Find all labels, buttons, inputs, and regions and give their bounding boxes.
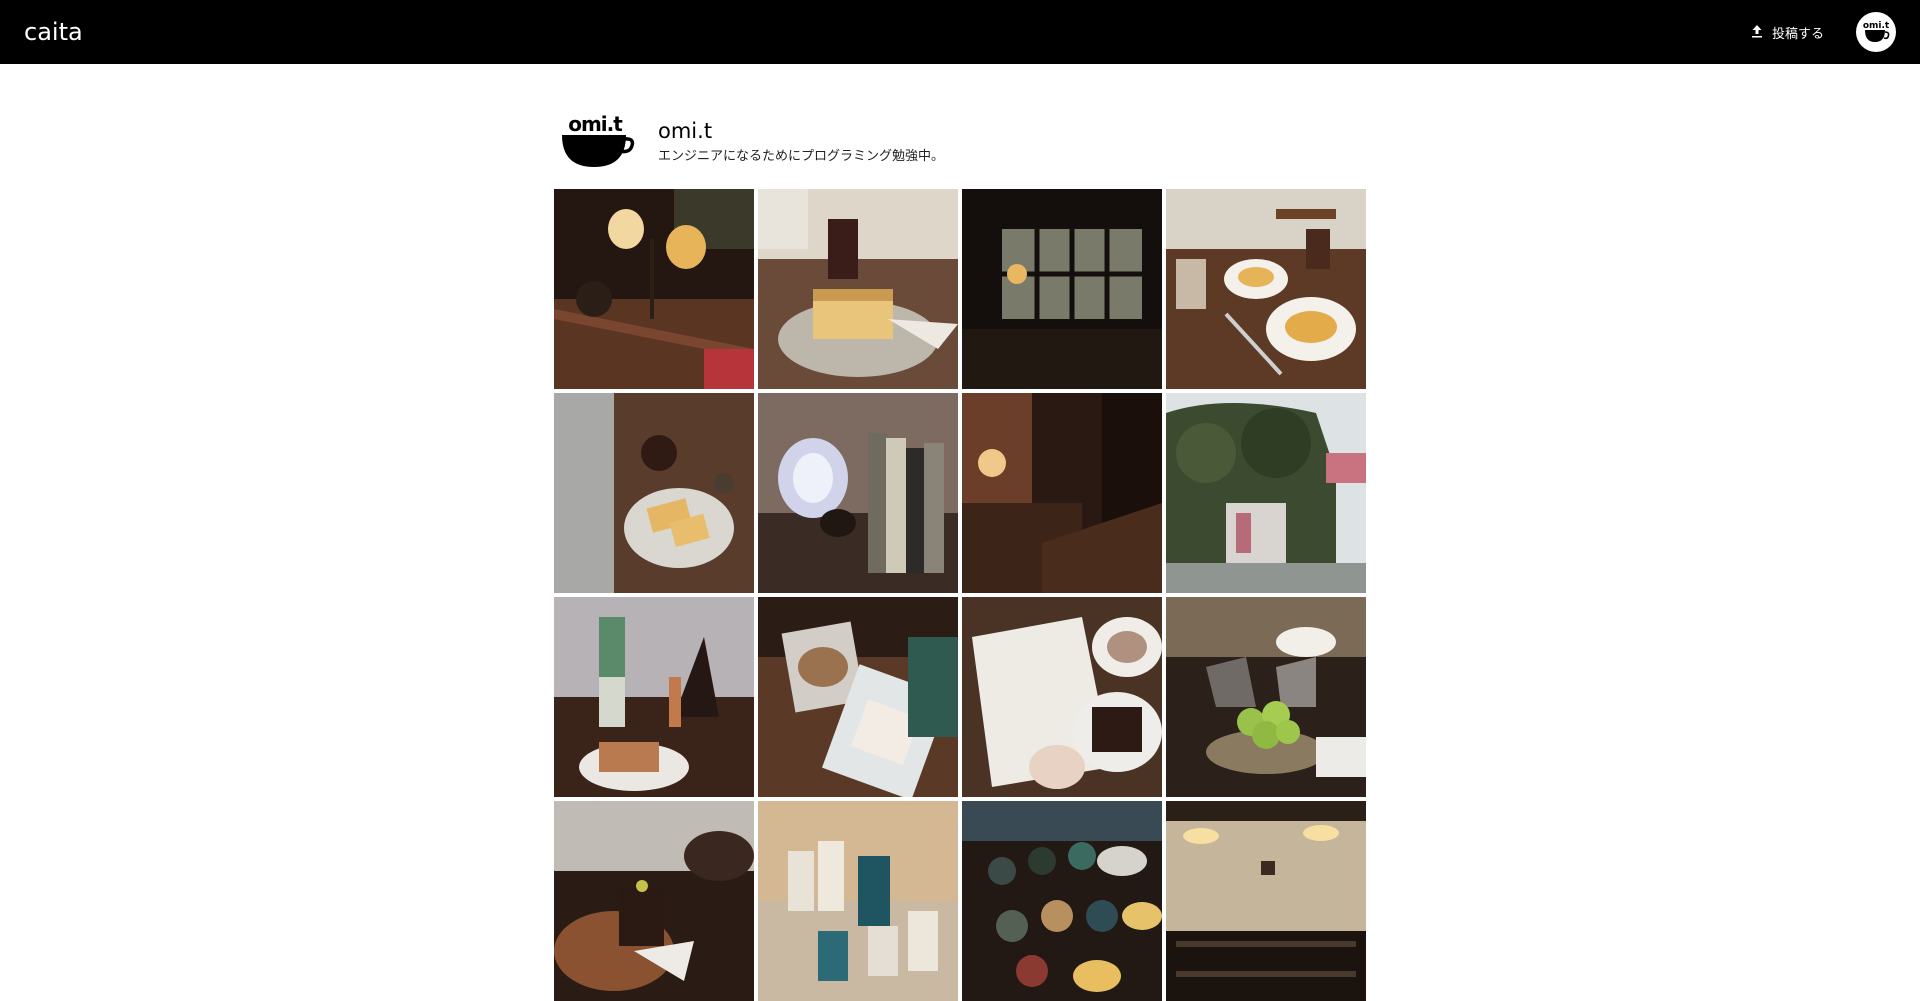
photo-tile[interactable]	[962, 393, 1162, 593]
cup-logo-icon: omi.t	[562, 112, 635, 167]
photo-tile[interactable]	[554, 393, 754, 593]
photo-tile[interactable]	[1166, 597, 1366, 797]
canele-dessert-photo	[554, 801, 754, 1001]
profile-bio: エンジニアになるためにプログラミング勉強中。	[658, 149, 945, 164]
photo-tile[interactable]	[758, 189, 958, 389]
cafe-window-interior-photo	[962, 189, 1162, 389]
photo-tile[interactable]	[758, 597, 958, 797]
crepes-and-drinks-photo	[1166, 189, 1366, 389]
upload-icon	[1750, 24, 1764, 41]
photo-tile[interactable]	[1166, 801, 1366, 1001]
photo-tile[interactable]	[758, 393, 958, 593]
coffee-cup-and-chocolate-photo	[962, 597, 1162, 797]
upload-button[interactable]: 投稿する	[1742, 17, 1832, 48]
photo-tile[interactable]	[962, 189, 1162, 389]
photo-tile[interactable]	[1166, 189, 1366, 389]
photo-tile[interactable]	[1166, 393, 1366, 593]
photo-grid	[554, 189, 1368, 1001]
cafe-counter-lights-photo	[1166, 801, 1366, 1001]
photo-tile[interactable]	[554, 597, 754, 797]
cookie-and-card-photo	[758, 597, 958, 797]
profile-header: omi.t omi.t エンジニアになるためにプログラミング勉強中。	[554, 98, 1368, 186]
app-bar-actions: 投稿する omi.t	[1742, 12, 1896, 52]
toast-and-iced-coffee-photo	[758, 189, 958, 389]
ceramic-cups-photo	[962, 801, 1162, 1001]
profile-avatar: omi.t	[554, 98, 642, 186]
profile-name: omi.t	[658, 119, 713, 143]
dim-corridor-lamp-photo	[962, 393, 1162, 593]
ivy-covered-building-photo	[1166, 393, 1366, 593]
toast-plate-photo	[554, 393, 754, 593]
melon-tart-photo	[1166, 597, 1366, 797]
photo-tile[interactable]	[962, 597, 1162, 797]
svg-text:omi.t: omi.t	[568, 112, 623, 136]
glassware-photo	[758, 801, 958, 1001]
brand-logo[interactable]: caita	[24, 18, 83, 46]
app-bar: caita 投稿する omi.t	[0, 0, 1920, 64]
cup-logo-icon: omi.t	[1863, 21, 1890, 42]
photo-tile[interactable]	[962, 801, 1162, 1001]
photo-tile[interactable]	[758, 801, 958, 1001]
photo-tile[interactable]	[554, 189, 754, 389]
svg-text:omi.t: omi.t	[1863, 21, 1890, 31]
photo-tile[interactable]	[554, 801, 754, 1001]
cafe-lamp-table-photo	[554, 189, 754, 389]
account-avatar[interactable]: omi.t	[1856, 12, 1896, 52]
upload-label: 投稿する	[1771, 25, 1824, 41]
profile-text: omi.t エンジニアになるためにプログラミング勉強中。	[658, 117, 944, 167]
lamp-and-books-photo	[758, 393, 958, 593]
matcha-drink-and-cake-photo	[554, 597, 754, 797]
